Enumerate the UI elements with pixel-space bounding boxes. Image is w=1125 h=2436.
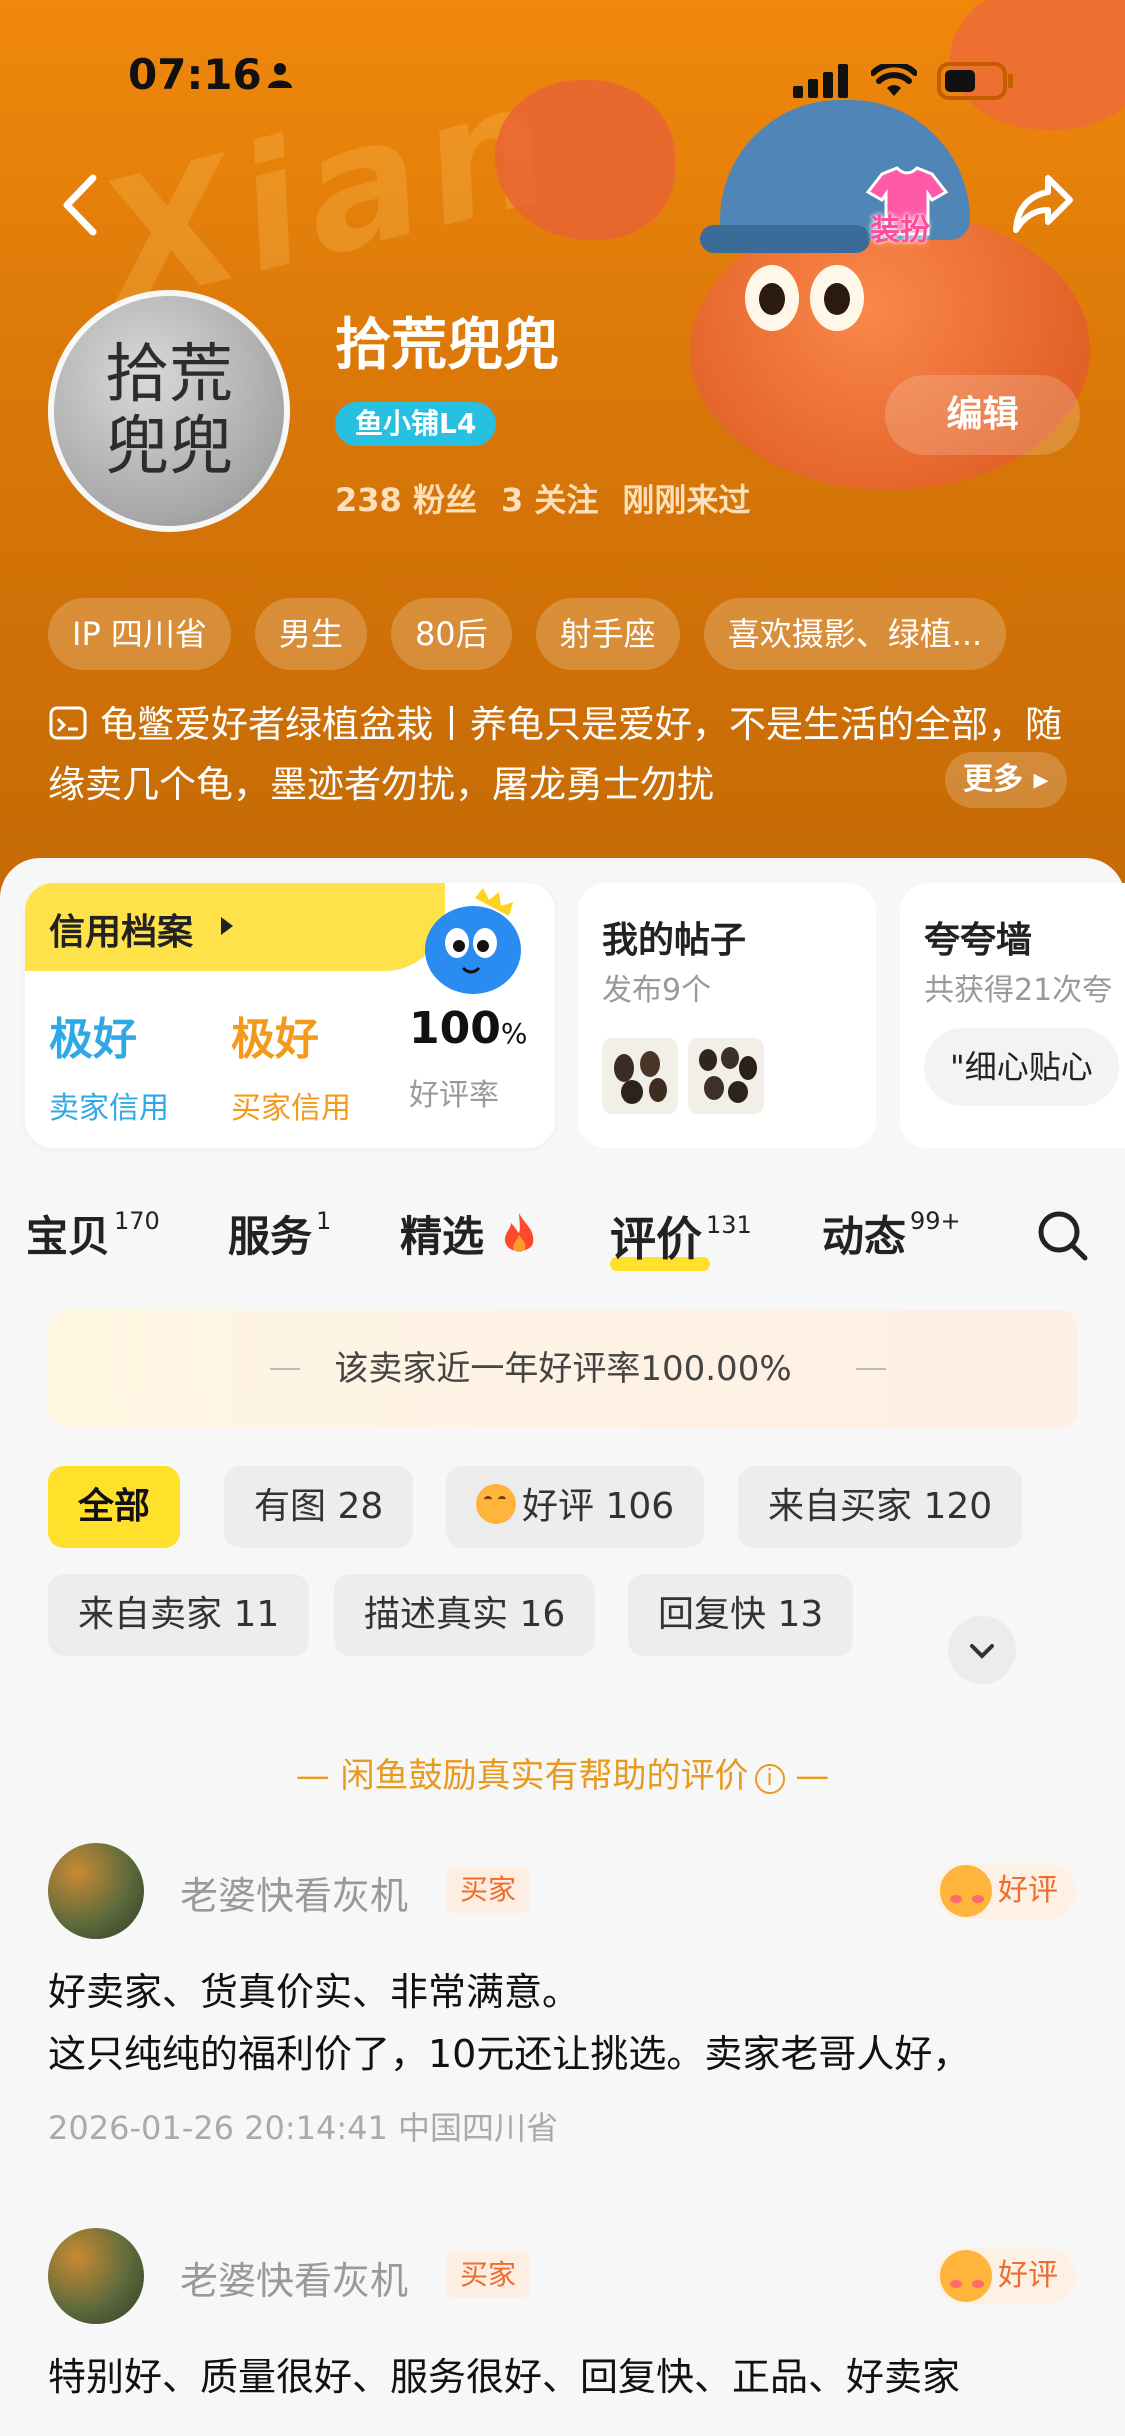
review-item: 老婆快看灰机 买家 好评 特别好、质量很好、服务很好、回复快、正品、好卖家 — [48, 2228, 1088, 2436]
crab-eye-right — [810, 265, 864, 331]
credit-title: 信用档案 — [49, 912, 194, 953]
dash-right: — — [784, 1756, 830, 1796]
fish-mascot-icon — [425, 888, 521, 994]
wall-title: 夸夸墙 — [924, 920, 1033, 961]
filter-with-photos[interactable]: 有图 28 — [224, 1466, 414, 1548]
rating-badge: 好评 — [936, 2248, 1076, 2304]
seller-credit-label: 卖家信用 — [49, 1091, 169, 1126]
banner-divider — [856, 1368, 886, 1370]
wifi-icon — [871, 64, 917, 96]
praise-chip: "细心贴心 — [924, 1028, 1119, 1106]
buyer-credit: 极好 买家信用 — [231, 1003, 351, 1127]
posts-title: 我的帖子 — [602, 920, 747, 961]
smile-face-icon — [940, 1865, 992, 1917]
post-thumbnail[interactable] — [602, 1038, 678, 1114]
reviewer-name[interactable]: 老婆快看灰机 — [180, 2250, 408, 2305]
filter-positive[interactable]: 好评 106 — [446, 1466, 705, 1548]
bio-note-icon — [49, 706, 87, 740]
encourage-text: 闲鱼鼓励真实有帮助的评价 — [340, 1756, 749, 1796]
tab-featured[interactable]: 精选 — [400, 1203, 539, 1264]
review-item: 老婆快看灰机 买家 好评 好卖家、货真价实、非常满意。 这只纯纯的福利价了，10… — [48, 1843, 1088, 2147]
positive-rate-banner: 该卖家近一年好评率100.00% — [48, 1310, 1078, 1428]
reviewer-role-badge: 买家 — [446, 1867, 531, 1913]
fans-count[interactable]: 238 粉丝 — [335, 475, 477, 521]
filter-from-sellers[interactable]: 来自卖家 11 — [48, 1574, 310, 1656]
tab-activity[interactable]: 动态 99+ — [822, 1203, 961, 1264]
more-label: 更多 — [963, 762, 1023, 797]
filter-accurate-description[interactable]: 描述真实 16 — [334, 1574, 596, 1656]
crab-cap-brim-decoration — [700, 225, 870, 253]
filter-fast-reply[interactable]: 回复快 13 — [628, 1574, 854, 1656]
positive-rate-label: 好评率 — [409, 1078, 499, 1113]
status-bar: 07:16 — [0, 50, 1125, 110]
avatar-calligraphy: 拾荒兜兜 — [105, 338, 233, 484]
status-time: 07:16 — [128, 50, 262, 99]
tag-generation: 80后 — [390, 598, 512, 670]
rating-badge: 好评 — [936, 1863, 1076, 1919]
positive-rate-value: 100 — [409, 1003, 501, 1054]
buyer-credit-label: 买家信用 — [231, 1091, 351, 1126]
my-posts-card[interactable]: 我的帖子 发布9个 — [578, 883, 876, 1148]
back-arrow-icon[interactable] — [55, 170, 105, 240]
positive-rate-unit: % — [500, 1017, 528, 1050]
reviewer-role-badge: 买家 — [446, 2252, 531, 2298]
username: 拾荒兜兜 — [335, 313, 559, 378]
share-icon[interactable] — [1008, 168, 1078, 238]
battery-icon — [937, 62, 1013, 100]
reviewer-avatar[interactable] — [48, 2228, 144, 2324]
tag-hobbies[interactable]: 喜欢摄影、绿植... — [703, 598, 1007, 670]
search-icon[interactable] — [1035, 1208, 1091, 1264]
review-text[interactable]: 特别好、质量很好、服务很好、回复快、正品、好卖家 — [48, 2346, 1088, 2408]
bio-text: 龟鳖爱好者绿植盆栽丨养龟只是爱好，不是生活的全部，随缘卖几个龟，墨迹者勿扰，屠龙… — [48, 703, 1062, 806]
buyer-credit-value: 极好 — [231, 1014, 319, 1065]
dash-left: — — [295, 1756, 341, 1796]
tag-zodiac: 射手座 — [535, 598, 680, 670]
info-icon[interactable]: i — [754, 1764, 785, 1794]
post-thumbnail[interactable] — [688, 1038, 764, 1114]
reviewer-avatar[interactable] — [48, 1843, 144, 1939]
wall-subtitle: 共获得21次夸 — [924, 973, 1113, 1008]
profile-tabs: 宝贝 170 服务 1 精选 评价 131 动态 99+ — [0, 1203, 1125, 1283]
profile-header: Xian 07:16 装扮 拾荒兜兜 拾荒兜兜 鱼小铺L4 238 粉丝 3 关… — [0, 0, 1125, 900]
positive-rate-banner-text: 该卖家近一年好评率100.00% — [334, 1349, 792, 1389]
user-avatar[interactable]: 拾荒兜兜 — [48, 290, 290, 532]
last-seen: 刚刚来过 — [622, 481, 751, 519]
review-text[interactable]: 好卖家、货真价实、非常满意。 这只纯纯的福利价了，10元还让挑选。卖家老哥人好， — [48, 1961, 1088, 2085]
shop-level-badge[interactable]: 鱼小铺L4 — [335, 402, 497, 446]
signal-icon — [793, 64, 848, 98]
fire-icon — [504, 1213, 533, 1252]
profile-content: 信用档案 极好 卖家信用 极好 买家信用 100% 好评率 我的帖子 发布9个 — [0, 858, 1125, 2436]
profile-bio: 龟鳖爱好者绿植盆栽丨养龟只是爱好，不是生活的全部，随缘卖几个龟，墨迹者勿扰，屠龙… — [48, 695, 1088, 815]
reviewer-name[interactable]: 老婆快看灰机 — [180, 1865, 408, 1920]
profile-tags: IP 四川省 男生 80后 射手座 喜欢摄影、绿植... — [48, 598, 1007, 670]
filter-from-buyers[interactable]: 来自买家 120 — [738, 1466, 1023, 1548]
follows-count[interactable]: 3 关注 — [501, 475, 598, 521]
posts-subtitle: 发布9个 — [602, 973, 712, 1008]
tag-gender: 男生 — [254, 598, 367, 670]
review-encourage-note: — 闲鱼鼓励真实有帮助的评价 i — — [0, 1748, 1125, 1797]
tag-location: IP 四川省 — [48, 598, 231, 670]
dress-up-label[interactable]: 装扮 — [870, 205, 930, 249]
credit-profile-card[interactable]: 信用档案 极好 卖家信用 极好 买家信用 100% 好评率 — [25, 883, 555, 1148]
chevron-right-icon: ▸ — [1033, 762, 1049, 797]
filter-all[interactable]: 全部 — [48, 1466, 181, 1548]
seller-credit: 极好 卖家信用 — [49, 1003, 169, 1127]
tab-services[interactable]: 服务 1 — [228, 1203, 331, 1264]
tab-items[interactable]: 宝贝 170 — [26, 1203, 160, 1264]
seller-credit-value: 极好 — [49, 1014, 137, 1065]
edit-profile-button[interactable]: 编辑 — [885, 375, 1080, 455]
review-meta: 2026-01-26 20:14:41 中国四川省 — [48, 2109, 559, 2147]
tab-reviews[interactable]: 评价 131 — [610, 1203, 752, 1269]
bio-more-button[interactable]: 更多 ▸ — [945, 752, 1067, 808]
person-icon — [268, 63, 292, 88]
status-indicators — [793, 62, 1015, 100]
smile-face-icon — [940, 2250, 992, 2302]
chevron-down-icon[interactable] — [948, 1616, 1016, 1684]
caret-right-icon — [221, 917, 233, 935]
positive-rate: 100% 好评率 — [409, 1003, 527, 1114]
happy-face-icon — [476, 1484, 516, 1524]
praise-wall-card[interactable]: 夸夸墙 共获得21次夸 "细心贴心 — [900, 883, 1125, 1148]
crab-eye-left — [745, 265, 799, 331]
profile-stats: 238 粉丝 3 关注 刚刚来过 — [335, 475, 750, 521]
